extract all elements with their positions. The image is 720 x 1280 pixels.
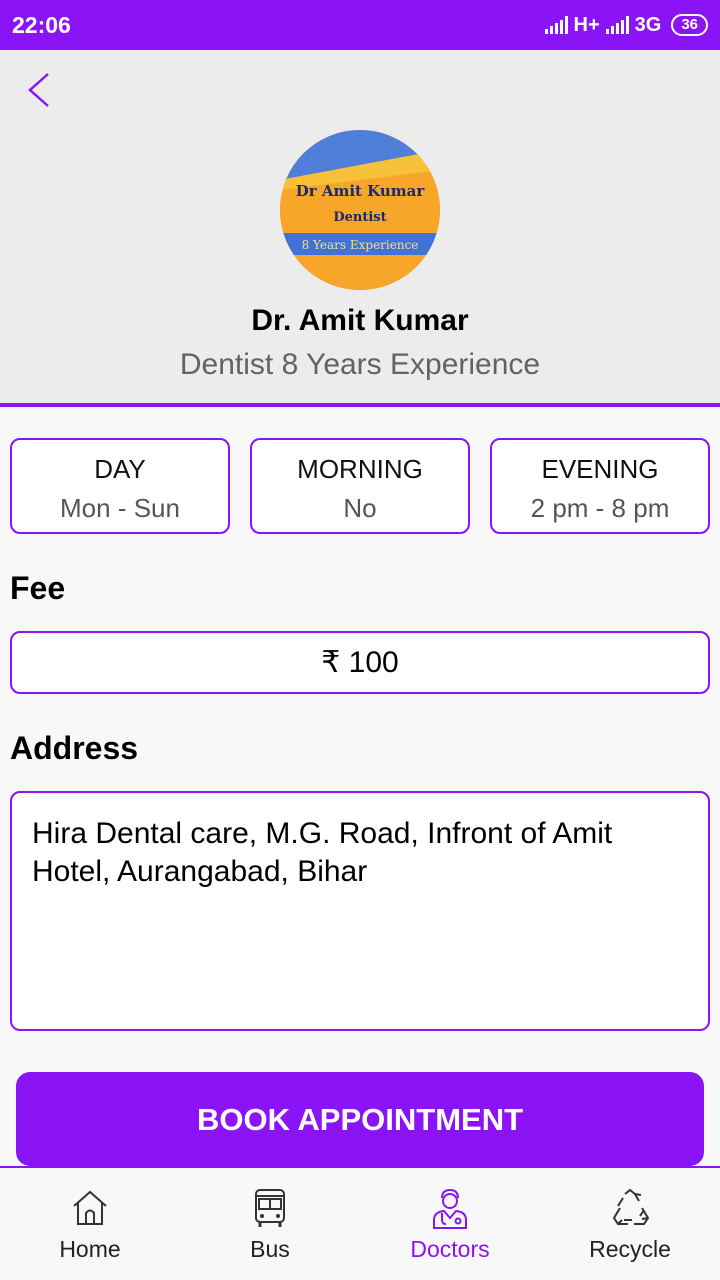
status-indicators: H+ 3G 36 [544,13,708,37]
battery-icon: 36 [671,14,708,36]
avatar-text-2: Dentist [333,210,386,225]
network-type-1: H+ [573,13,600,36]
nav-item-doctors[interactable]: Doctors [360,1168,540,1280]
profile-header: Dr Amit Kumar Dentist 8 Years Experience… [0,50,720,407]
status-time: 22:06 [12,11,71,38]
evening-card: EVENING 2 pm - 8 pm [490,438,710,534]
doctor-name: Dr. Amit Kumar [251,304,469,337]
book-appointment-button[interactable]: BOOK APPOINTMENT [16,1072,704,1166]
back-arrow-icon[interactable] [22,70,62,110]
nav-label-home: Home [59,1236,121,1262]
nav-item-home[interactable]: Home [0,1168,180,1280]
nav-item-bus[interactable]: Bus [180,1168,360,1280]
day-card-title: DAY [94,454,146,484]
nav-label-doctors: Doctors [410,1236,490,1262]
signal-icon-2 [605,16,629,34]
nav-label-bus: Bus [250,1236,290,1262]
nav-item-recycle[interactable]: Recycle [540,1168,720,1280]
avatar: Dr Amit Kumar Dentist 8 Years Experience [280,130,440,290]
doctor-subtitle: Dentist 8 Years Experience [179,348,541,381]
signal-icon [544,16,568,34]
morning-card: MORNING No [250,438,470,534]
avatar-text-1: Dr Amit Kumar [296,182,426,200]
home-icon [73,1190,107,1225]
recycle-icon [612,1188,650,1225]
bus-icon [255,1189,285,1227]
evening-card-value: 2 pm - 8 pm [530,493,670,523]
bottom-nav: Home Bus Doctors Recycle [0,1166,720,1280]
address-value: Hira Dental care, M.G. Road, Infront of … [10,791,710,1031]
fee-label: Fee [10,570,66,606]
status-bar: 22:06 H+ 3G 36 [0,0,720,50]
evening-card-title: EVENING [541,454,659,484]
morning-card-title: MORNING [297,454,423,484]
doctor-icon [433,1188,467,1229]
day-card-value: Mon - Sun [60,493,180,523]
network-type-2: 3G [634,13,662,36]
day-card: DAY Mon - Sun [10,438,230,534]
morning-card-value: No [343,493,377,523]
address-label: Address [10,730,139,766]
nav-label-recycle: Recycle [589,1236,671,1262]
fee-value: ₹ 100 [10,631,710,694]
avatar-text-3: 8 Years Experience [302,238,419,252]
